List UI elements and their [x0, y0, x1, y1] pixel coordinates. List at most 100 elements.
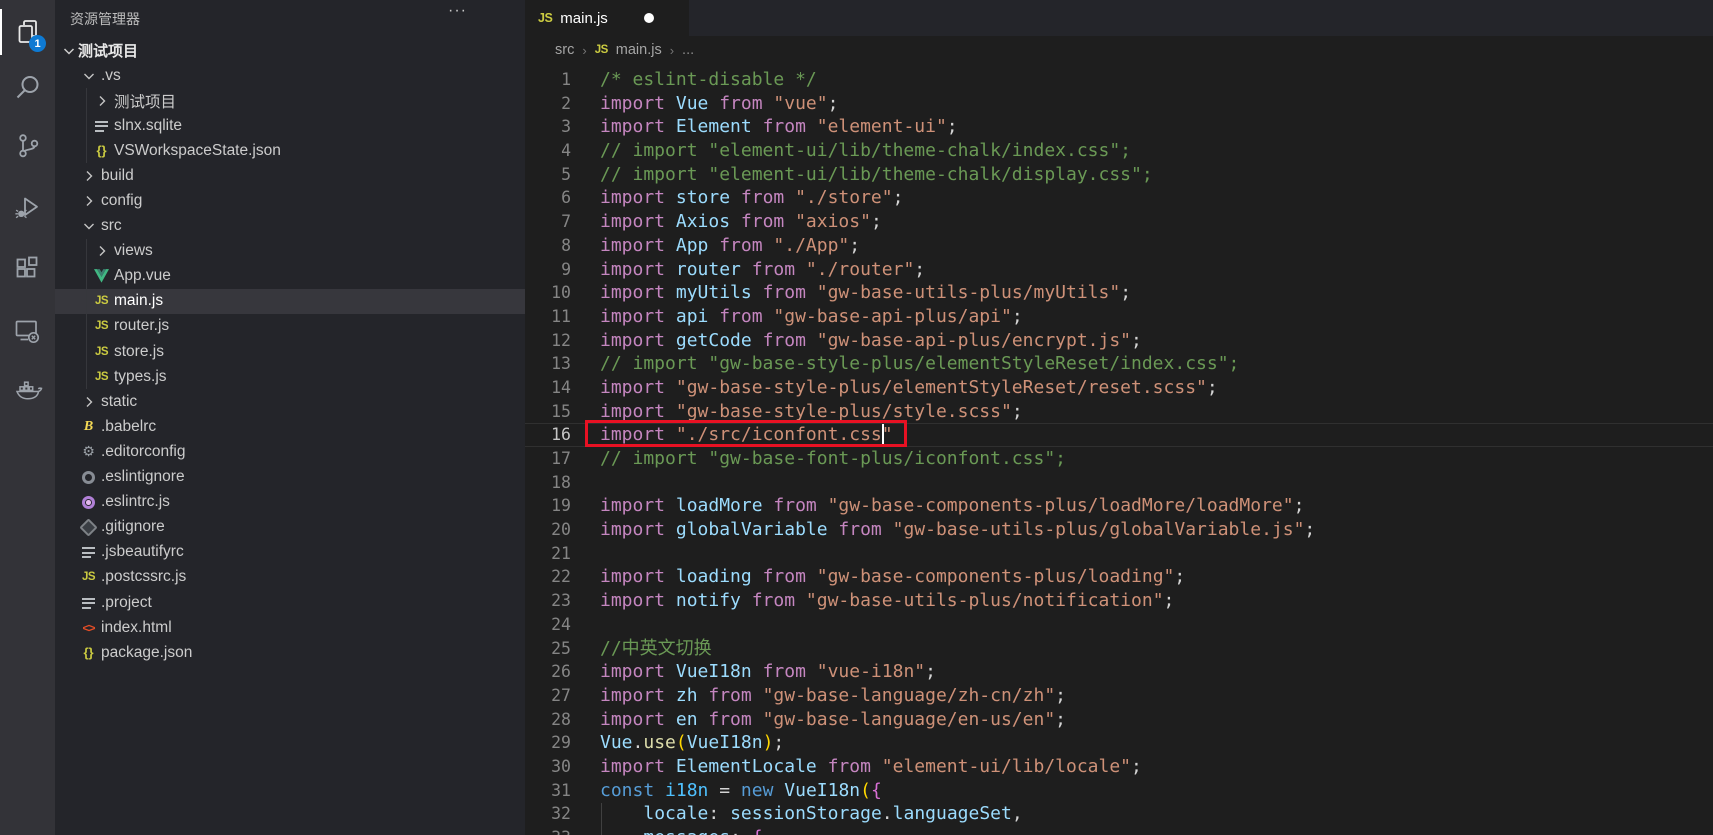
- code-text: import router from "./router";: [600, 258, 925, 282]
- tree-file-router.js[interactable]: JSrouter.js: [55, 314, 525, 339]
- code-line-24[interactable]: 24: [525, 613, 1713, 637]
- explorer-icon[interactable]: 1: [0, 6, 55, 58]
- tree-file-types.js[interactable]: JStypes.js: [55, 364, 525, 389]
- file-icon-lines: [79, 597, 98, 609]
- source-control-icon[interactable]: [0, 120, 55, 172]
- code-line-13[interactable]: 13// import "gw-base-style-plus/elementS…: [525, 352, 1713, 376]
- tree-folder-测试项目[interactable]: 测试项目: [55, 88, 525, 113]
- code-line-23[interactable]: 23import notify from "gw-base-utils-plus…: [525, 589, 1713, 613]
- tree-file-main.js[interactable]: JSmain.js: [55, 289, 525, 314]
- tree-file-.project[interactable]: .project: [55, 590, 525, 615]
- code-line-16[interactable]: 16import "./src/iconfont.css": [525, 423, 1713, 447]
- code-line-2[interactable]: 2import Vue from "vue";: [525, 92, 1713, 116]
- code-line-27[interactable]: 27import zh from "gw-base-language/zh-cn…: [525, 684, 1713, 708]
- code-line-12[interactable]: 12import getCode from "gw-base-api-plus/…: [525, 329, 1713, 353]
- js-file-icon: JS: [595, 44, 608, 56]
- code-line-14[interactable]: 14import "gw-base-style-plus/elementStyl…: [525, 376, 1713, 400]
- breadcrumb: src › JS main.js › ...: [525, 36, 1713, 64]
- tree-file-slnx.sqlite[interactable]: slnx.sqlite: [55, 113, 525, 138]
- explorer-badge: 1: [29, 35, 46, 52]
- code-line-31[interactable]: 31const i18n = new VueI18n({: [525, 779, 1713, 803]
- code-line-29[interactable]: 29Vue.use(VueI18n);: [525, 731, 1713, 755]
- line-number: 1: [525, 68, 571, 92]
- activity-bar: 1: [0, 0, 55, 835]
- code-line-20[interactable]: 20import globalVariable from "gw-base-ut…: [525, 518, 1713, 542]
- tree-folder-config[interactable]: config: [55, 188, 525, 213]
- code-text: const i18n = new VueI18n({: [600, 779, 882, 803]
- line-number: 28: [525, 708, 571, 732]
- tree-folder-.vs[interactable]: .vs: [55, 63, 525, 88]
- tree-item-label: .eslintrc.js: [101, 493, 170, 511]
- tree-item-label: types.js: [114, 368, 167, 386]
- code-line-28[interactable]: 28import en from "gw-base-language/en-us…: [525, 708, 1713, 732]
- tree-file-.gitignore[interactable]: .gitignore: [55, 515, 525, 540]
- tree-item-label: App.vue: [114, 267, 171, 285]
- tree-folder-src[interactable]: src: [55, 214, 525, 239]
- breadcrumb-main-js[interactable]: main.js: [616, 42, 662, 58]
- code-line-25[interactable]: 25//中英文切换: [525, 637, 1713, 661]
- code-line-18[interactable]: 18: [525, 471, 1713, 495]
- code-line-1[interactable]: 1/* eslint-disable */: [525, 68, 1713, 92]
- search-icon[interactable]: [0, 61, 55, 113]
- code-line-10[interactable]: 10import myUtils from "gw-base-utils-plu…: [525, 281, 1713, 305]
- tree-file-.editorconfig[interactable]: ⚙.editorconfig: [55, 439, 525, 464]
- chevron-right-icon: ›: [582, 43, 586, 58]
- code-line-6[interactable]: 6import store from "./store";: [525, 186, 1713, 210]
- tree-item-label: views: [114, 242, 153, 260]
- tree-file-.eslintignore[interactable]: .eslintignore: [55, 465, 525, 490]
- breadcrumb-symbol-ellipsis[interactable]: ...: [682, 42, 694, 58]
- remote-explorer-icon[interactable]: [0, 305, 55, 357]
- code-text: //中英文切换: [600, 637, 712, 661]
- tree-folder-build[interactable]: build: [55, 163, 525, 188]
- code-text: import api from "gw-base-api-plus/api";: [600, 305, 1023, 329]
- run-debug-icon[interactable]: [0, 182, 55, 234]
- tree-file-App.vue[interactable]: App.vue: [55, 264, 525, 289]
- extensions-icon[interactable]: [0, 243, 55, 295]
- tree-file-package.json[interactable]: {}package.json: [55, 640, 525, 665]
- code-text: messages: {: [600, 826, 763, 835]
- tree-indent-guide: [86, 113, 87, 138]
- tree-file-.jsbeautifyrc[interactable]: .jsbeautifyrc: [55, 540, 525, 565]
- code-line-4[interactable]: 4// import "element-ui/lib/theme-chalk/i…: [525, 139, 1713, 163]
- code-line-30[interactable]: 30import ElementLocale from "element-ui/…: [525, 755, 1713, 779]
- code-line-21[interactable]: 21: [525, 542, 1713, 566]
- tree-indent-guide: [86, 239, 87, 264]
- file-icon-gear: ⚙: [79, 443, 98, 460]
- tree-file-.postcssrc.js[interactable]: JS.postcssrc.js: [55, 565, 525, 590]
- code-line-5[interactable]: 5// import "element-ui/lib/theme-chalk/d…: [525, 163, 1713, 187]
- code-text: // import "gw-base-style-plus/elementSty…: [600, 352, 1239, 376]
- tree-file-store.js[interactable]: JSstore.js: [55, 339, 525, 364]
- code-text: import store from "./store";: [600, 186, 903, 210]
- code-line-19[interactable]: 19import loadMore from "gw-base-componen…: [525, 494, 1713, 518]
- code-line-9[interactable]: 9import router from "./router";: [525, 258, 1713, 282]
- code-line-3[interactable]: 3import Element from "element-ui";: [525, 115, 1713, 139]
- file-icon-json: {}: [79, 645, 98, 660]
- modified-indicator-icon[interactable]: [644, 13, 654, 23]
- tree-item-label: src: [101, 217, 122, 235]
- code-line-26[interactable]: 26import VueI18n from "vue-i18n";: [525, 660, 1713, 684]
- code-line-32[interactable]: 32 locale: sessionStorage.languageSet,: [525, 802, 1713, 826]
- tree-root-section[interactable]: 测试项目: [55, 38, 525, 63]
- line-number: 16: [525, 423, 571, 447]
- tree-file-VSWorkspaceState.json[interactable]: {}VSWorkspaceState.json: [55, 138, 525, 163]
- code-line-17[interactable]: 17// import "gw-base-font-plus/iconfont.…: [525, 447, 1713, 471]
- code-line-7[interactable]: 7import Axios from "axios";: [525, 210, 1713, 234]
- code-line-11[interactable]: 11import api from "gw-base-api-plus/api"…: [525, 305, 1713, 329]
- tree-folder-views[interactable]: views: [55, 239, 525, 264]
- code-text: import "gw-base-style-plus/elementStyleR…: [600, 376, 1218, 400]
- breadcrumb-src[interactable]: src: [555, 42, 574, 58]
- tree-folder-static[interactable]: static: [55, 389, 525, 414]
- code-line-15[interactable]: 15import "gw-base-style-plus/style.scss"…: [525, 400, 1713, 424]
- tree-file-.babelrc[interactable]: B.babelrc: [55, 414, 525, 439]
- tab-main-js[interactable]: JS main.js: [525, 0, 689, 36]
- more-actions-icon[interactable]: ···: [448, 2, 467, 20]
- tree-file-index.html[interactable]: <>index.html: [55, 615, 525, 640]
- tree-indent-guide: [86, 289, 87, 314]
- code-line-22[interactable]: 22import loading from "gw-base-component…: [525, 565, 1713, 589]
- code-line-8[interactable]: 8import App from "./App";: [525, 234, 1713, 258]
- code-line-33[interactable]: 33 messages: {: [525, 826, 1713, 835]
- vscode-window: 1: [0, 0, 1713, 835]
- code-editor[interactable]: 1/* eslint-disable */2import Vue from "v…: [525, 64, 1713, 835]
- docker-icon[interactable]: [0, 364, 55, 416]
- tree-file-.eslintrc.js[interactable]: .eslintrc.js: [55, 490, 525, 515]
